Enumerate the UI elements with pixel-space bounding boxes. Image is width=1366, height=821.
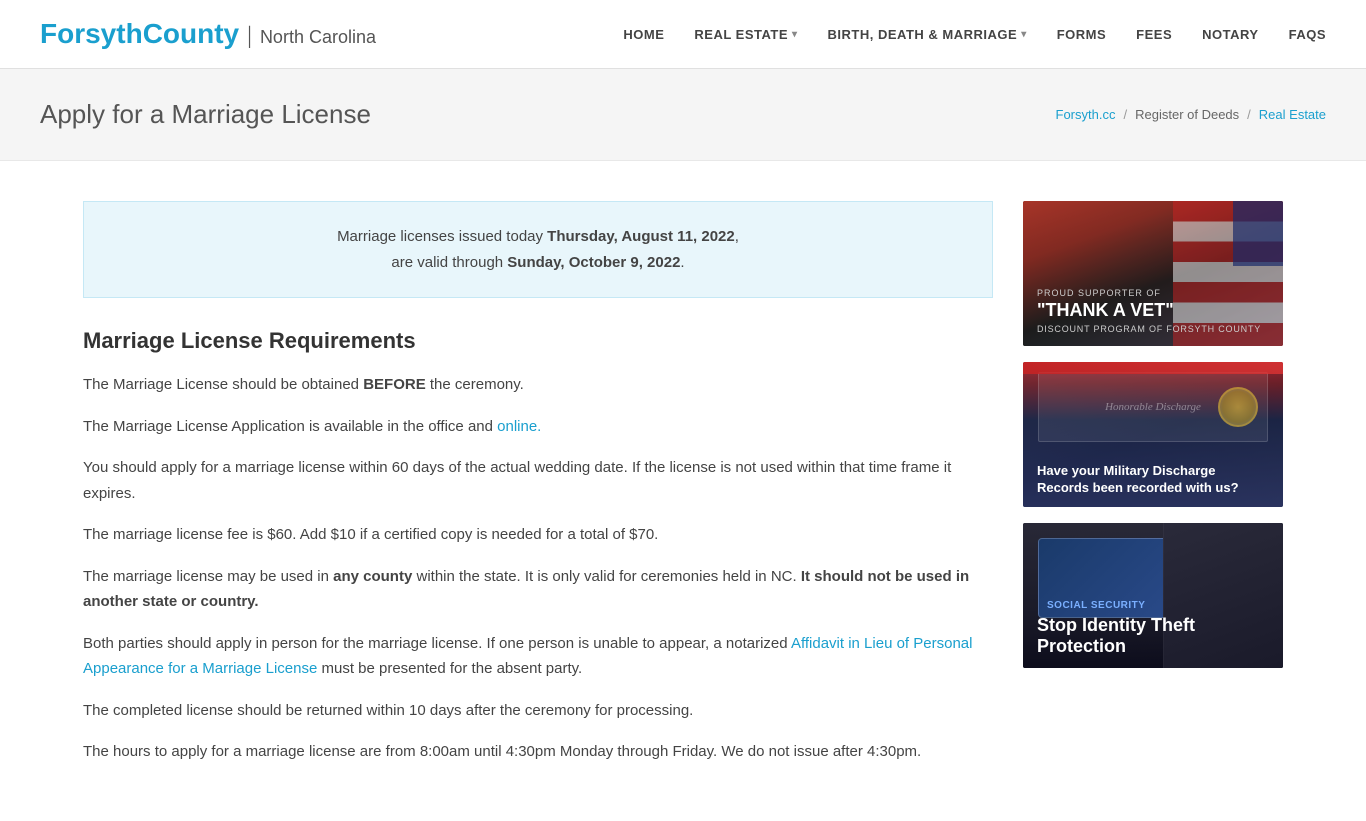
logo-forsyth: Forsyth: [40, 18, 143, 50]
breadcrumb-sep-1: /: [1123, 107, 1127, 122]
discharge-heading: Have your Military Discharge Records bee…: [1037, 463, 1269, 497]
site-header: Forsyth County | North Carolina HOME REAL …: [0, 0, 1366, 69]
thank-vet-main-text: "THANK A VET": [1037, 301, 1261, 321]
site-logo[interactable]: Forsyth County | North Carolina: [40, 18, 376, 50]
para-any-county: The marriage license may be used in any …: [83, 564, 993, 615]
page-title: Apply for a Marriage License: [40, 99, 371, 130]
section-heading: Marriage License Requirements: [83, 328, 993, 354]
para-before-ceremony: The Marriage License should be obtained …: [83, 372, 993, 398]
thank-vet-text: Proud Supporter of "THANK A VET" Discoun…: [1023, 276, 1275, 346]
logo-nc: North Carolina: [260, 27, 376, 48]
logo-separator: |: [247, 23, 252, 50]
thank-vet-detail: Discount Program of Forsyth County: [1037, 324, 1261, 334]
logo-county: County: [143, 18, 239, 50]
discharge-text: Have your Military Discharge Records bee…: [1023, 453, 1283, 507]
breadcrumb-register: Register of Deeds: [1135, 107, 1239, 122]
sidebar-card-identity[interactable]: SOCIAL SECURITY Stop Identity Theft Prot…: [1023, 523, 1283, 668]
nav-notary[interactable]: NOTARY: [1202, 27, 1258, 42]
notice-box: Marriage licenses issued today Thursday,…: [83, 201, 993, 298]
nav-birth-death-marriage[interactable]: BIRTH, DEATH & MARRIAGE ▾: [828, 27, 1027, 42]
breadcrumb-forsyth[interactable]: Forsyth.cc: [1056, 107, 1116, 122]
sidebar-card-discharge[interactable]: Honorable Discharge Have your Military D…: [1023, 362, 1283, 507]
notice-line2-date: Sunday, October 9, 2022: [507, 254, 680, 271]
sidebar-card-thank-vet[interactable]: Proud Supporter of "THANK A VET" Discoun…: [1023, 201, 1283, 346]
nav-fees[interactable]: FEES: [1136, 27, 1172, 42]
thank-vet-subtitle: Proud Supporter of: [1037, 288, 1261, 298]
nav-faqs[interactable]: FAQS: [1289, 27, 1326, 42]
nav-home[interactable]: HOME: [623, 27, 664, 42]
main-wrapper: Marriage licenses issued today Thursday,…: [43, 161, 1323, 821]
content-area: Marriage licenses issued today Thursday,…: [83, 201, 993, 781]
identity-heading: Stop Identity Theft Protection: [1037, 615, 1269, 658]
para-application-available: The Marriage License Application is avai…: [83, 414, 993, 440]
notice-line2-suffix: .: [680, 254, 684, 271]
notice-line1-suffix: ,: [735, 228, 739, 245]
nav-forms[interactable]: FORMS: [1057, 27, 1106, 42]
breadcrumb-real-estate[interactable]: Real Estate: [1259, 107, 1326, 122]
real-estate-dropdown-icon: ▾: [792, 29, 798, 40]
nav-real-estate[interactable]: REAL ESTATE ▾: [694, 27, 797, 42]
notice-line1-date: Thursday, August 11, 2022: [547, 228, 735, 245]
breadcrumb: Forsyth.cc / Register of Deeds / Real Es…: [1056, 107, 1326, 122]
online-link[interactable]: online.: [497, 418, 541, 435]
para-10-days: The completed license should be returned…: [83, 698, 993, 724]
breadcrumb-bar: Apply for a Marriage License Forsyth.cc …: [0, 69, 1366, 161]
breadcrumb-sep-2: /: [1247, 107, 1251, 122]
main-nav: HOME REAL ESTATE ▾ BIRTH, DEATH & MARRIA…: [623, 27, 1326, 42]
notice-line1-prefix: Marriage licenses issued today: [337, 228, 547, 245]
para-hours: The hours to apply for a marriage licens…: [83, 739, 993, 765]
sidebar: Proud Supporter of "THANK A VET" Discoun…: [1023, 201, 1283, 781]
para-fee: The marriage license fee is $60. Add $10…: [83, 522, 993, 548]
identity-text: Stop Identity Theft Protection: [1023, 605, 1283, 668]
para-60-days: You should apply for a marriage license …: [83, 455, 993, 506]
birth-death-dropdown-icon: ▾: [1021, 29, 1027, 40]
notice-line2-prefix: are valid through: [391, 254, 507, 271]
para-both-parties: Both parties should apply in person for …: [83, 631, 993, 682]
